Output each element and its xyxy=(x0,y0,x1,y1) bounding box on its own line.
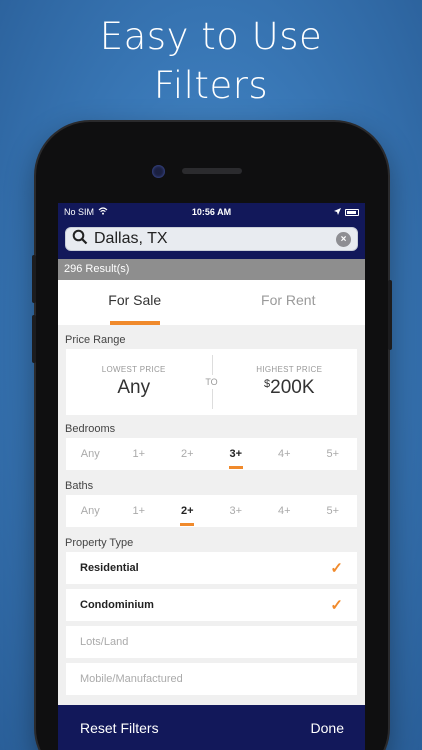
price-range-selector: LOWEST PRICE Any TO HIGHEST PRICE $200K xyxy=(66,349,357,415)
done-button[interactable]: Done xyxy=(311,720,344,736)
price-to-label: TO xyxy=(205,377,218,387)
tab-for-rent[interactable]: For Rent xyxy=(212,280,366,325)
lowest-price-value: Any xyxy=(117,377,151,398)
search-icon xyxy=(72,229,88,250)
property-type-lots-land-label: Lots/Land xyxy=(80,636,129,648)
baths-option-2[interactable]: 2+ xyxy=(163,495,212,527)
bedrooms-option-1[interactable]: 1+ xyxy=(115,438,164,470)
property-type-mobile-manufactured[interactable]: Mobile/Manufactured xyxy=(66,663,357,695)
tab-for-sale[interactable]: For Sale xyxy=(58,280,212,325)
price-divider-top xyxy=(212,355,213,375)
bedrooms-option-2[interactable]: 2+ xyxy=(163,438,212,470)
app-screen: No SIM 10:56 AM Dallas, TX × 296 Result(… xyxy=(58,203,365,750)
battery-icon xyxy=(345,208,359,216)
reset-filters-button[interactable]: Reset Filters xyxy=(80,720,159,736)
baths-option-1[interactable]: 1+ xyxy=(115,495,164,527)
baths-option-5[interactable]: 5+ xyxy=(309,495,358,527)
power-button xyxy=(388,280,392,350)
highest-price-value: 200K xyxy=(270,377,315,398)
property-type-mobile-manufactured-label: Mobile/Manufactured xyxy=(80,673,183,685)
property-type-lots-land[interactable]: Lots/Land xyxy=(66,626,357,658)
listing-tabs: For Sale For Rent xyxy=(58,280,365,325)
wifi-icon xyxy=(98,207,108,217)
checkmark-icon: ✓ xyxy=(330,560,343,577)
highest-price-amount: $200K xyxy=(222,377,358,399)
lowest-price-picker[interactable]: LOWEST PRICE Any xyxy=(66,365,202,399)
search-field[interactable]: Dallas, TX × xyxy=(65,227,358,251)
filter-footer: Reset Filters Done xyxy=(58,705,365,750)
highest-price-caption: HIGHEST PRICE xyxy=(256,365,323,374)
property-type-residential[interactable]: Residential ✓ xyxy=(66,552,357,584)
baths-option-any[interactable]: Any xyxy=(66,495,115,527)
bedrooms-selector: Any 1+ 2+ 3+ 4+ 5+ xyxy=(66,438,357,470)
bedrooms-option-5[interactable]: 5+ xyxy=(309,438,358,470)
status-time: 10:56 AM xyxy=(191,207,232,217)
speaker-grille xyxy=(182,168,242,174)
price-range-label: Price Range xyxy=(65,334,126,346)
carrier-label: No SIM xyxy=(64,207,95,217)
property-type-label: Property Type xyxy=(65,537,134,549)
bedrooms-option-4[interactable]: 4+ xyxy=(260,438,309,470)
property-type-condominium-label: Condominium xyxy=(80,599,154,611)
baths-selector: Any 1+ 2+ 3+ 4+ 5+ xyxy=(66,495,357,527)
status-bar: No SIM 10:56 AM xyxy=(58,203,365,221)
headline-line-1: Easy to Use xyxy=(99,15,323,58)
highest-price-picker[interactable]: HIGHEST PRICE $200K xyxy=(222,365,358,399)
baths-label: Baths xyxy=(65,480,94,492)
baths-option-4[interactable]: 4+ xyxy=(260,495,309,527)
search-input[interactable]: Dallas, TX xyxy=(94,230,330,248)
search-bar: Dallas, TX × xyxy=(58,221,365,259)
baths-option-3[interactable]: 3+ xyxy=(212,495,261,527)
camera-icon xyxy=(152,165,165,178)
clear-icon[interactable]: × xyxy=(336,231,351,247)
bedrooms-label: Bedrooms xyxy=(65,423,116,435)
headline: Easy to Use Filters xyxy=(0,12,422,110)
headline-line-2: Filters xyxy=(153,64,269,107)
location-arrow-icon xyxy=(334,207,341,217)
volume-button-down xyxy=(32,315,36,363)
property-type-residential-label: Residential xyxy=(80,562,139,574)
lowest-price-caption: LOWEST PRICE xyxy=(101,365,166,374)
results-count: 296 Result(s) xyxy=(58,259,365,280)
volume-button-up xyxy=(32,255,36,303)
bedrooms-option-any[interactable]: Any xyxy=(66,438,115,470)
bedrooms-option-3[interactable]: 3+ xyxy=(212,438,261,470)
price-divider-bottom xyxy=(212,389,213,409)
checkmark-icon: ✓ xyxy=(330,597,343,614)
property-type-condominium[interactable]: Condominium ✓ xyxy=(66,589,357,621)
